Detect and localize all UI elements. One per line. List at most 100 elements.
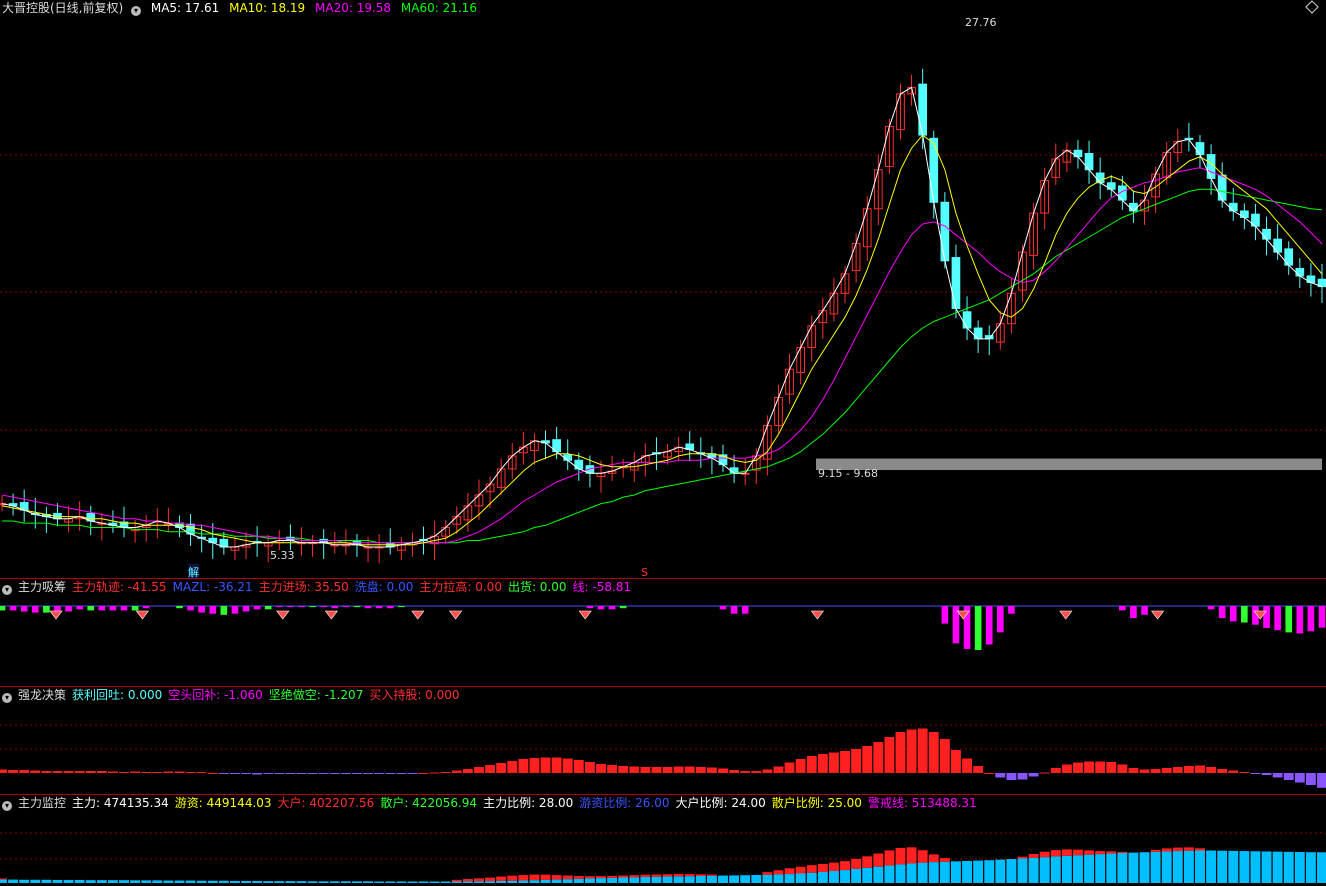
accumulation-bar [398,606,405,608]
monitor-bar-main [185,880,196,883]
monitor-bar-large [806,865,817,873]
monitor-bar-main [1028,857,1039,883]
dragon-bar [74,771,85,773]
dragon-bar [1172,767,1183,773]
dragon-bar [30,770,41,773]
monitor-bar-main [596,878,606,883]
dragon-bar [939,739,950,773]
monitor-bar-main [485,881,496,883]
monitor-bar-main [1150,851,1161,883]
monitor-bar-main [662,876,673,883]
monitor-bar-main [895,864,906,883]
dragon-bar [740,771,751,773]
monitor-bar-large [540,874,551,880]
dragon-bar [396,773,407,774]
monitor-bar-large [906,847,917,864]
candle-body [1228,202,1238,212]
strong-dragon-panel: ▾ 强龙决策 获利回吐: 0.000 空头回补: -1.060 坚绝做空: -1.207… [0,687,1326,794]
dragon-bar [274,773,285,774]
dragon-bar [152,772,163,773]
monitor-bar-main [1161,851,1172,883]
dragon-bar [429,772,440,774]
diamond-icon [135,610,149,620]
dragon-bar [950,750,961,773]
candle-body [940,201,950,262]
accumulation-bar [1229,606,1237,622]
dragon-bar [1084,761,1095,773]
monitor-bar-main [529,880,540,883]
dragon-bar [784,762,795,773]
dragon-bar [562,758,573,773]
monitor-bar-main [1283,851,1294,883]
monitor-bar-main [1305,852,1316,883]
low-price-label: 5.33 [270,549,295,562]
candle-body [1262,228,1271,240]
monitor-bar-large [1095,851,1106,855]
diamond-icon [49,610,63,620]
dragon-bar [374,773,385,774]
accumulation-bar [1318,606,1326,628]
dragon-bar [241,773,251,774]
monitor-bar-large [873,853,884,867]
monitor-bar-main [1017,858,1028,883]
dragon-bar [962,758,972,773]
monitor-bar-main [573,878,584,883]
accumulation-bar [65,606,72,612]
dragon-bar [1228,770,1239,773]
dragon-bar [440,772,451,773]
monitor-bar-large [507,875,518,881]
candle-body [1217,174,1227,201]
candle-body [1073,149,1083,158]
monitor-bar-large [485,877,496,882]
monitor-bar-main [318,881,329,883]
monitor-bar-main [8,879,19,883]
accumulation-bar [619,606,627,609]
range-label: 9.15 - 9.68 [818,467,878,480]
dragon-bar [1261,773,1272,775]
dragon-bar [629,766,640,773]
dragon-bar [584,762,595,773]
dragon-bar [8,770,19,773]
dragon-bar [352,773,362,774]
candle-body [929,137,939,203]
monitor-bar-main [551,879,562,883]
accumulation-bar [309,606,316,608]
dragon-bar [1039,772,1050,774]
dragon-bar [1095,761,1106,773]
dragon-bar [873,742,884,773]
monitor-bar-large [1073,849,1083,856]
monitor-bar-main [862,867,873,883]
accumulation-bar [586,606,594,609]
accumulation-bar [1296,606,1304,634]
dragon-bar [1217,769,1228,773]
monitor-bar-main [939,861,950,883]
accumulation-bar [31,606,39,613]
monitor-bar-main [163,880,174,883]
monitor-bar-main [396,881,407,883]
monitor-bar-large [618,875,629,878]
monitor-bar-main [119,880,129,883]
dragon-bar [695,767,706,773]
monitor-bar-main [1128,852,1139,883]
dragon-bar [995,773,1006,778]
accumulation-bar [209,606,217,614]
monitor-bar-main [74,879,85,883]
accumulation-bar [1263,606,1270,628]
candle-body [319,538,329,544]
dragon-bar [551,757,562,773]
dragon-bar [1017,773,1028,780]
monitor-bar-main [784,874,795,883]
dragon-bar [607,765,618,773]
candle-body [918,83,928,136]
monitor-bar-main [1039,857,1050,883]
monitor-bar-main [629,877,640,883]
candle-body [962,311,972,329]
monitor-bar-main [962,860,972,883]
accumulation-bar [109,606,117,611]
monitor-bar-main [1272,851,1283,883]
monitor-bar-main [640,876,651,883]
accumulation-bar [220,606,228,615]
monitor-bar-main [374,881,385,883]
monitor-bar-main [1183,850,1194,883]
dragon-bar [407,773,418,774]
